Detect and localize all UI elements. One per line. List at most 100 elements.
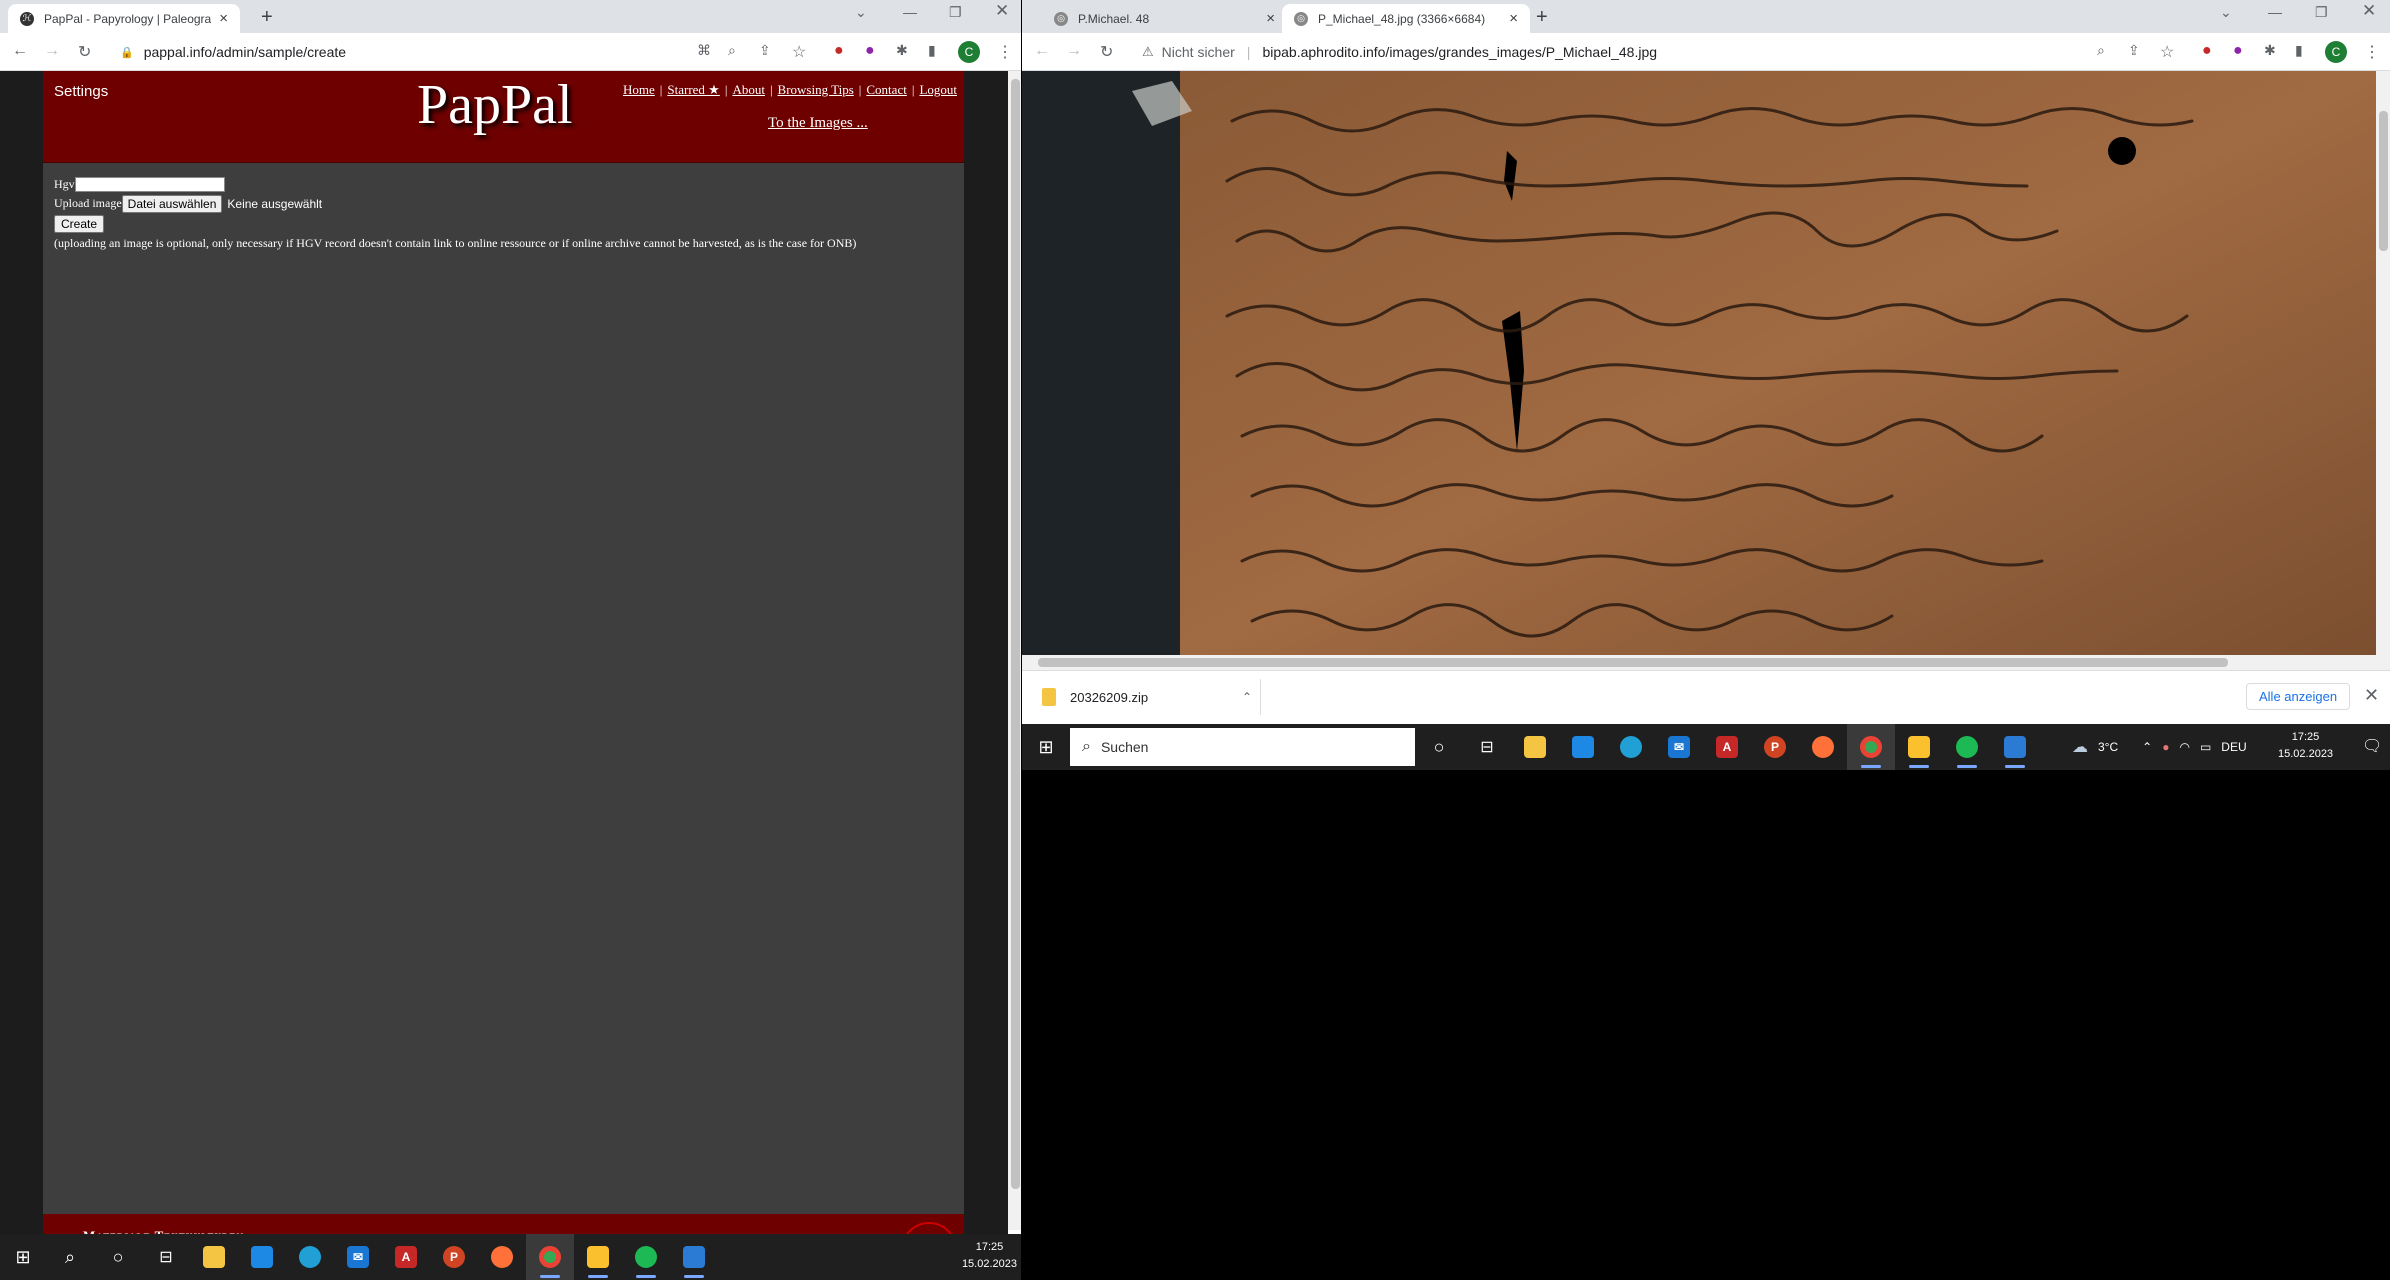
taskbar-store[interactable] [1559, 724, 1607, 770]
reload-icon[interactable]: ↻ [1100, 42, 1113, 62]
address-bar[interactable]: ⚠ Nicht sicher | bipab.aphrodito.info/im… [1128, 38, 2028, 66]
image-viewport[interactable] [1022, 71, 2376, 655]
close-tab-icon[interactable]: × [1266, 10, 1275, 27]
minimize-icon[interactable]: — [2268, 4, 2282, 20]
task-view-button[interactable]: ⊟ [142, 1234, 190, 1280]
chevron-up-icon[interactable]: ⌃ [1242, 690, 1252, 704]
taskbar-store[interactable] [238, 1234, 286, 1280]
security-status[interactable]: Nicht sicher [1162, 44, 1235, 60]
site-logo[interactable]: PapPal [417, 73, 573, 137]
taskbar-acrobat[interactable]: A [382, 1234, 430, 1280]
wifi-icon[interactable]: ◠ [2179, 740, 2189, 754]
settings-link[interactable]: Settings [54, 83, 108, 100]
nav-home[interactable]: Home [623, 82, 655, 98]
tray-overflow-chevron-icon[interactable]: ⌃ [2142, 740, 2152, 754]
taskbar-firefox[interactable] [1799, 724, 1847, 770]
taskbar-notes[interactable] [574, 1234, 622, 1280]
forward-icon[interactable]: → [44, 42, 60, 60]
close-tab-icon[interactable]: × [219, 10, 228, 27]
taskbar-powerpoint[interactable]: P [1751, 724, 1799, 770]
cortana-button[interactable]: ○ [94, 1234, 142, 1280]
address-bar[interactable]: 🔒 pappal.info/admin/sample/create [106, 38, 686, 66]
extension-purple-icon[interactable]: ● [865, 42, 875, 60]
tray-app-icon[interactable]: ● [2162, 740, 2169, 754]
zoom-icon[interactable]: ⌕ [728, 42, 736, 59]
profile-avatar[interactable]: C [2325, 41, 2347, 63]
left-clock[interactable]: 17:25 15.02.2023 [962, 1239, 1017, 1273]
show-all-downloads-button[interactable]: Alle anzeigen [2246, 683, 2351, 710]
tab-search-icon[interactable]: ⌄ [855, 4, 867, 21]
bookmark-star-icon[interactable]: ☆ [2160, 42, 2174, 62]
taskbar-search-box[interactable]: ⌕ Suchen [1070, 728, 1415, 766]
taskbar-spotify[interactable] [622, 1234, 670, 1280]
task-view-button[interactable]: ⊟ [1463, 724, 1511, 770]
taskbar-firefox[interactable] [478, 1234, 526, 1280]
scrollbar-thumb[interactable] [1011, 79, 1020, 1189]
download-item[interactable]: 20326209.zip ⌃ [1042, 683, 1252, 711]
close-window-icon[interactable]: ✕ [995, 1, 1009, 21]
cortana-button[interactable]: ○ [1415, 724, 1463, 770]
weather-temp[interactable]: 3°C [2098, 740, 2118, 754]
start-button[interactable]: ⊞ [0, 1234, 46, 1280]
scrollbar-thumb[interactable] [2379, 111, 2388, 251]
nav-starred[interactable]: Starred ★ [667, 82, 719, 98]
nav-browsing-tips[interactable]: Browsing Tips [778, 82, 854, 98]
taskbar-mail[interactable]: ✉ [1655, 724, 1703, 770]
notification-center-icon[interactable]: 🗨 [2362, 736, 2382, 756]
start-button[interactable]: ⊞ [1022, 724, 1070, 770]
zoom-icon[interactable]: ⌕ [2097, 42, 2105, 59]
menu-kebab-icon[interactable]: ⋮ [997, 42, 1013, 62]
extensions-puzzle-icon[interactable]: ✱ [2264, 42, 2276, 59]
to-images-link[interactable]: To the Images ... [768, 115, 868, 132]
restore-icon[interactable]: ❐ [949, 4, 962, 21]
restore-icon[interactable]: ❐ [2315, 4, 2328, 21]
image-vertical-scrollbar[interactable] [2376, 71, 2390, 655]
image-horizontal-scrollbar[interactable] [1022, 655, 2390, 670]
nav-logout[interactable]: Logout [919, 82, 957, 98]
forward-icon[interactable]: → [1066, 42, 1082, 60]
side-panel-icon[interactable]: ▮ [2295, 42, 2303, 59]
extension-purple-icon[interactable]: ● [2233, 42, 2243, 60]
hgv-input[interactable] [74, 177, 225, 192]
extension-red-icon[interactable]: ● [2202, 42, 2212, 60]
close-tab-icon[interactable]: × [1509, 10, 1518, 27]
taskbar-notes[interactable] [1895, 724, 1943, 770]
search-button[interactable]: ⌕ [46, 1234, 94, 1280]
back-icon[interactable]: ← [12, 42, 28, 60]
tab-pappal[interactable]: ℋ PapPal - Papyrology | Paleograph × [8, 4, 240, 33]
nav-about[interactable]: About [732, 82, 765, 98]
taskbar-photos[interactable] [670, 1234, 718, 1280]
close-download-shelf-icon[interactable]: ✕ [2364, 685, 2379, 706]
minimize-icon[interactable]: — [903, 4, 917, 20]
taskbar-chrome[interactable] [1847, 724, 1895, 770]
taskbar-acrobat[interactable]: A [1703, 724, 1751, 770]
create-button[interactable]: Create [54, 215, 105, 233]
weather-cloud-icon[interactable]: ☁ [2072, 737, 2088, 757]
taskbar-spotify[interactable] [1943, 724, 1991, 770]
profile-avatar[interactable]: C [958, 41, 980, 63]
taskbar-photos[interactable] [1991, 724, 2039, 770]
taskbar-powerpoint[interactable]: P [430, 1234, 478, 1280]
bookmark-star-icon[interactable]: ☆ [792, 42, 806, 62]
extension-red-icon[interactable]: ● [834, 42, 844, 60]
taskbar-file-explorer[interactable] [1511, 724, 1559, 770]
menu-kebab-icon[interactable]: ⋮ [2364, 42, 2380, 62]
share-icon[interactable]: ⇪ [2128, 42, 2140, 59]
taskbar-file-explorer[interactable] [190, 1234, 238, 1280]
page-scrollbar[interactable] [1008, 71, 1021, 1230]
new-tab-icon[interactable]: + [1536, 6, 1548, 29]
extensions-puzzle-icon[interactable]: ✱ [896, 42, 908, 59]
scrollbar-thumb[interactable] [1038, 658, 2228, 667]
main-clock[interactable]: 17:25 15.02.2023 [2278, 729, 2333, 763]
choose-file-button[interactable]: Datei auswählen [121, 194, 223, 213]
tab-image[interactable]: ◎ P_Michael_48.jpg (3366×6684) × [1282, 4, 1530, 33]
taskbar-edge[interactable] [286, 1234, 334, 1280]
side-panel-icon[interactable]: ▮ [928, 42, 936, 59]
reload-icon[interactable]: ↻ [78, 42, 91, 62]
taskbar-chrome[interactable] [526, 1234, 574, 1280]
taskbar-mail[interactable]: ✉ [334, 1234, 382, 1280]
translate-icon[interactable]: ⌘ [697, 42, 711, 59]
input-language[interactable]: DEU [2221, 740, 2246, 754]
back-icon[interactable]: ← [1034, 42, 1050, 60]
tab-search-icon[interactable]: ⌄ [2220, 4, 2232, 21]
